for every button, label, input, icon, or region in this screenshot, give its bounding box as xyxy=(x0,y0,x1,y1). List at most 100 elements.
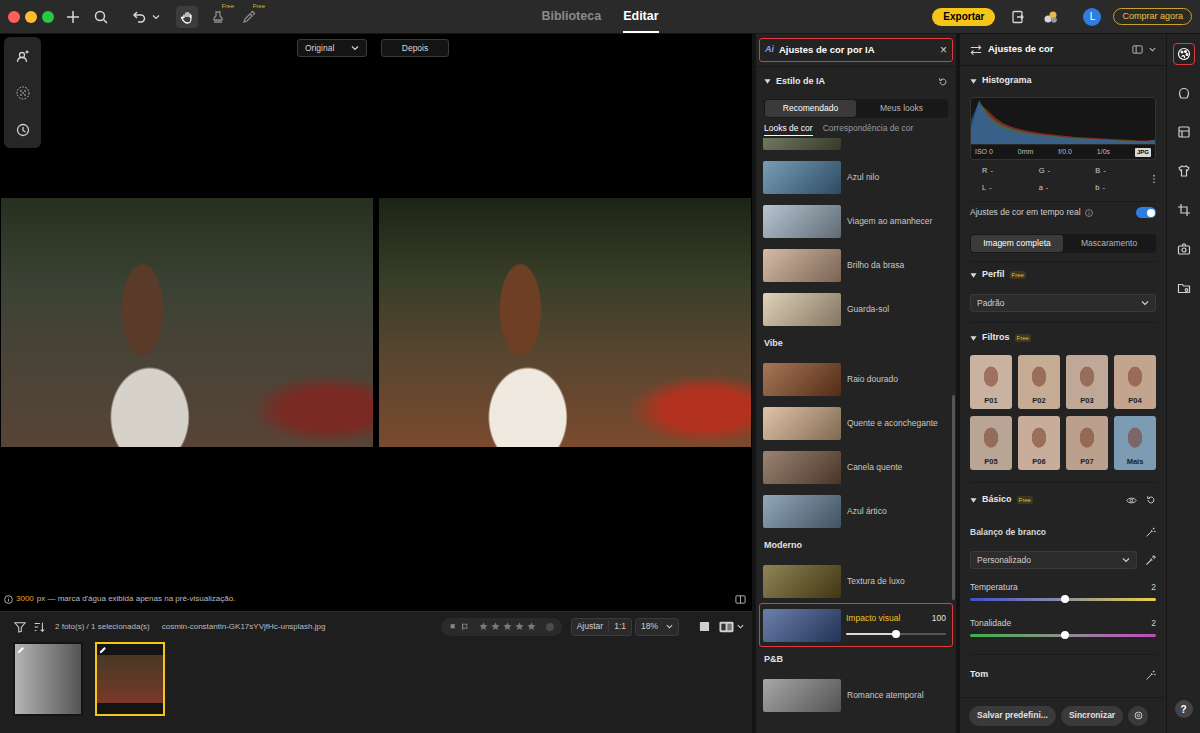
single-view-icon[interactable] xyxy=(699,621,710,632)
look-box[interactable]: Textura de luxo xyxy=(756,559,956,603)
look-box[interactable]: Romance atemporal xyxy=(756,673,956,717)
section-header[interactable]: Histograma xyxy=(970,66,1156,96)
compare-mode-dropdown[interactable]: Original xyxy=(297,39,367,57)
look-item[interactable]: Textura de luxo xyxy=(756,559,956,603)
tone-section[interactable]: Tom xyxy=(970,655,1156,695)
white-balance-dropdown[interactable]: Personalizado xyxy=(970,551,1137,569)
filter-preset[interactable]: P02 xyxy=(1018,355,1060,409)
look-box[interactable]: Impacto visual100 xyxy=(759,603,953,647)
look-box[interactable]: Viagem ao amanhecer xyxy=(756,199,956,243)
flag-icon[interactable] xyxy=(449,623,457,631)
adjust-slider[interactable]: Temperatura2 xyxy=(970,579,1156,603)
look-item[interactable]: Brilho da brasa xyxy=(756,243,956,287)
undo-button[interactable] xyxy=(132,10,160,24)
rail-tool[interactable] xyxy=(1173,277,1195,299)
photo-thumbnail[interactable] xyxy=(13,642,83,716)
subtab[interactable]: Looks de cor xyxy=(764,124,813,136)
split-compare-icon[interactable] xyxy=(719,621,734,633)
reset-icon[interactable] xyxy=(938,77,948,87)
person-sparkle-icon[interactable] xyxy=(16,49,30,63)
star-rating[interactable] xyxy=(479,622,536,631)
filter-preset[interactable]: P05 xyxy=(970,416,1012,470)
eye-icon[interactable] xyxy=(1126,496,1137,505)
window-control[interactable] xyxy=(25,11,37,23)
layout-grid-icon[interactable] xyxy=(1177,125,1191,139)
folder-settings-icon[interactable] xyxy=(1177,281,1191,295)
export-document-icon[interactable] xyxy=(1011,10,1025,24)
layout-icon[interactable] xyxy=(1132,44,1143,55)
gear-icon[interactable] xyxy=(1134,711,1143,720)
grain-icon[interactable] xyxy=(16,86,30,100)
footer-button[interactable]: Salvar predefini... xyxy=(969,706,1056,726)
look-item[interactable]: Azul ártico xyxy=(756,489,956,533)
segment-tab[interactable]: Mascaramento xyxy=(1063,235,1155,252)
panel-toggle-icon[interactable] xyxy=(735,594,746,605)
caret-icon[interactable] xyxy=(764,78,771,85)
slider-knob[interactable] xyxy=(892,630,900,638)
view-tab[interactable]: Biblioteca xyxy=(541,0,601,33)
rail-tool[interactable] xyxy=(1173,82,1195,104)
chevron-down-icon[interactable] xyxy=(1141,299,1149,307)
photo-thumbnail[interactable] xyxy=(95,642,165,716)
chevron-down-icon[interactable] xyxy=(351,44,359,52)
look-box[interactable]: Quente e aconchegante xyxy=(756,401,956,445)
zoom-dropdown[interactable]: 18% xyxy=(635,618,679,636)
look-item[interactable]: Viagem ao amanhecer xyxy=(756,199,956,243)
rail-tool[interactable] xyxy=(1173,199,1195,221)
info-icon[interactable] xyxy=(1085,209,1093,217)
look-item[interactable]: Romance atemporal xyxy=(756,673,956,717)
filter-preset[interactable]: P06 xyxy=(1018,416,1060,470)
caret-icon[interactable] xyxy=(970,272,977,279)
actual-size-button[interactable]: 1:1 xyxy=(609,620,631,633)
look-item[interactable]: Guarda-sol xyxy=(756,287,956,331)
look-item[interactable]: Quente e aconchegante xyxy=(756,401,956,445)
chevron-down-icon[interactable] xyxy=(1122,556,1130,564)
chevron-down-icon[interactable] xyxy=(737,623,744,630)
filter-icon[interactable] xyxy=(14,621,26,633)
look-box[interactable]: Canela quente xyxy=(756,445,956,489)
segment-tab[interactable]: Meus looks xyxy=(856,100,947,117)
look-item[interactable]: Canela quente xyxy=(756,445,956,489)
color-label-dot[interactable] xyxy=(546,623,554,631)
reset-icon[interactable] xyxy=(1146,495,1156,505)
look-box[interactable]: Brilho da brasa xyxy=(756,243,956,287)
history-icon[interactable] xyxy=(16,123,30,137)
brush-tool[interactable]: Free xyxy=(238,6,260,28)
settings-button[interactable] xyxy=(1128,706,1148,726)
realtime-toggle[interactable] xyxy=(1136,207,1156,218)
window-control[interactable] xyxy=(8,11,20,23)
user-avatar[interactable]: L xyxy=(1083,8,1101,26)
hand-icon[interactable] xyxy=(180,10,194,24)
segment-tab[interactable]: Recomendado xyxy=(765,100,856,117)
star-icon[interactable] xyxy=(491,622,500,631)
filter-preset[interactable]: P03 xyxy=(1066,355,1108,409)
view-tab[interactable]: Editar xyxy=(623,0,658,33)
look-item[interactable] xyxy=(756,138,956,155)
buy-button[interactable]: Comprar agora xyxy=(1113,8,1192,25)
star-icon[interactable] xyxy=(503,622,512,631)
after-button[interactable]: Depois xyxy=(381,39,449,57)
add-icon[interactable] xyxy=(66,10,80,24)
search-icon[interactable] xyxy=(94,10,108,24)
footer-button[interactable]: Sincronizar xyxy=(1061,706,1123,726)
sort-icon[interactable] xyxy=(33,621,45,633)
hand-tool[interactable] xyxy=(176,6,198,28)
section-header[interactable]: FiltrosFree xyxy=(970,323,1156,353)
export-button[interactable]: Exportar xyxy=(932,8,995,26)
star-icon[interactable] xyxy=(527,622,536,631)
close-button[interactable]: × xyxy=(940,44,947,56)
camera-icon[interactable] xyxy=(1177,242,1191,256)
retouch-tool[interactable]: Free xyxy=(207,6,229,28)
caret-icon[interactable] xyxy=(970,78,977,85)
chevron-down-icon[interactable] xyxy=(666,623,673,630)
looks-list[interactable]: Azul niloViagem ao amanhecerBrilho da br… xyxy=(756,138,956,733)
face-icon[interactable] xyxy=(1177,86,1191,100)
segment-tab[interactable]: Imagem completa xyxy=(971,235,1063,252)
filter-preset[interactable]: P01 xyxy=(970,355,1012,409)
magic-wand-icon[interactable] xyxy=(1145,527,1156,538)
brush-icon[interactable] xyxy=(242,10,256,24)
look-item[interactable]: Raio dourado xyxy=(756,357,956,401)
filter-preset[interactable]: Mais xyxy=(1114,416,1156,470)
section-header[interactable]: Estilo de IA xyxy=(764,75,948,89)
look-box[interactable]: Guarda-sol xyxy=(756,287,956,331)
